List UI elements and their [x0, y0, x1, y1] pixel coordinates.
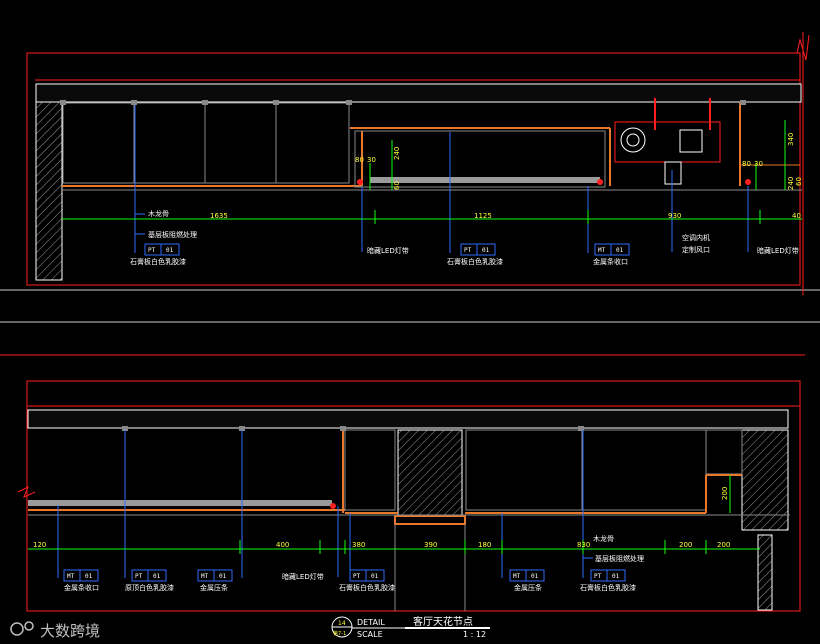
- label-wood-keel: 木龙骨: [148, 209, 169, 218]
- tag-num-5: 01: [153, 573, 161, 580]
- dim-400: 400: [276, 541, 289, 549]
- tag-pt-1: PT: [148, 247, 156, 254]
- tag-pt-3: PT: [135, 573, 143, 580]
- dim-200a: 200: [679, 541, 692, 549]
- lower-section: [0, 354, 805, 612]
- tag-num-8: 01: [531, 573, 539, 580]
- dim-80b: 80: [742, 160, 751, 168]
- detail-ref: 第7-1: [333, 630, 346, 637]
- dim-200b: 200: [717, 541, 730, 549]
- label-ac-internal: 空调内机: [682, 233, 710, 242]
- tag-pt-4: PT: [353, 573, 361, 580]
- label-gypsum-paint-4: 石膏板白色乳胶漆: [580, 583, 636, 592]
- scale-label: SCALE: [357, 630, 383, 639]
- label-metal-trim-1: 金属条收口: [593, 257, 628, 266]
- watermark: 大数跨境: [10, 621, 100, 640]
- detail-title: 客厅天花节点: [413, 615, 473, 628]
- tag-mt-3: MT: [201, 573, 209, 580]
- label-hidden-led-3: 暗藏LED灯带: [282, 572, 324, 581]
- tag-mt-4: MT: [513, 573, 521, 580]
- detail-label: DETAIL: [357, 618, 385, 627]
- dim-390: 390: [424, 541, 437, 549]
- upper-section: [0, 32, 820, 295]
- label-hidden-led-2: 暗藏LED灯带: [757, 246, 799, 255]
- tag-mt-1: MT: [598, 247, 606, 254]
- dim-1635: 1635: [210, 212, 228, 220]
- tag-num-9: 01: [612, 573, 620, 580]
- scale-value: 1 : 12: [463, 630, 486, 639]
- label-metal-trim-2: 金属条收口: [64, 583, 99, 592]
- label-hidden-led-1: 暗藏LED灯带: [367, 246, 409, 255]
- label-paint-top: 原顶白色乳胶漆: [125, 583, 174, 592]
- dim-60b: 60: [795, 177, 803, 186]
- label-gypsum-paint-2: 石膏板白色乳胶漆: [447, 257, 503, 266]
- dim-80a: 80: [355, 156, 364, 164]
- watermark-text: 大数跨境: [40, 622, 100, 640]
- dim-60a: 60: [393, 181, 401, 190]
- tag-num-6: 01: [219, 573, 227, 580]
- dim-930: 930: [668, 212, 681, 220]
- label-metal-strip-2: 金属压条: [514, 583, 542, 592]
- tag-pt-5: PT: [594, 573, 602, 580]
- dim-200c: 200: [721, 487, 729, 500]
- label-fire-board: 基层板阻燃处理: [148, 230, 197, 239]
- dim-30b: 30: [754, 160, 763, 168]
- label-custom-vent: 定制风口: [682, 245, 710, 254]
- tag-num-3: 01: [616, 247, 624, 254]
- tag-num-4: 01: [85, 573, 93, 580]
- tag-num-1: 01: [166, 247, 174, 254]
- dim-180: 180: [478, 541, 491, 549]
- label-fire-board-2: 基层板阻燃处理: [595, 554, 644, 563]
- dim-120: 120: [33, 541, 46, 549]
- cad-drawing: 木龙骨 基层板阻燃处理 石膏板白色乳胶漆 暗藏LED灯带 石膏板白色乳胶漆 金属…: [0, 32, 820, 640]
- dim-30a: 30: [367, 156, 376, 164]
- tag-num-2: 01: [482, 247, 490, 254]
- dim-40: 40: [792, 212, 801, 220]
- tag-pt-2: PT: [464, 247, 472, 254]
- label-metal-strip-1: 金属压条: [200, 583, 228, 592]
- tag-num-7: 01: [371, 573, 379, 580]
- dim-240b: 240: [787, 177, 795, 190]
- dim-340: 340: [787, 133, 795, 146]
- dim-240a: 240: [393, 147, 401, 160]
- label-gypsum-paint-3: 石膏板白色乳胶漆: [339, 583, 395, 592]
- dim-380: 380: [352, 541, 365, 549]
- label-wood-keel-2: 木龙骨: [593, 534, 614, 543]
- detail-number: 14: [338, 620, 346, 627]
- label-gypsum-paint-1: 石膏板白色乳胶漆: [130, 257, 186, 266]
- tag-mt-2: MT: [67, 573, 75, 580]
- dim-1125: 1125: [474, 212, 492, 220]
- dim-830: 830: [577, 541, 590, 549]
